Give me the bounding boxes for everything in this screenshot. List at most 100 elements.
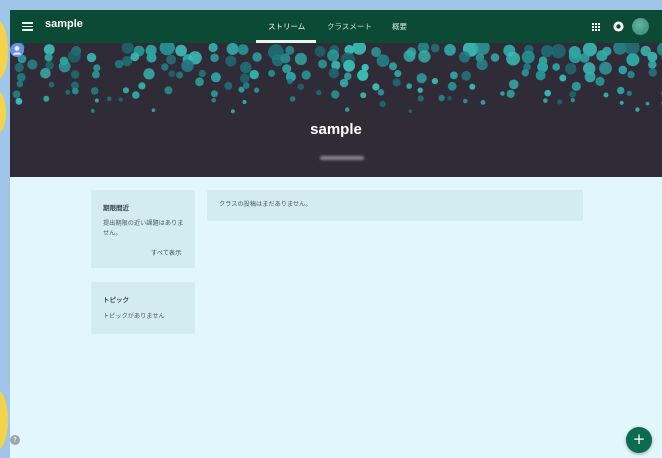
- banner-dot: [535, 70, 546, 81]
- banner-dot: [121, 43, 134, 54]
- banner-dot: [90, 108, 95, 113]
- banner-dot: [316, 89, 322, 96]
- banner-dot: [392, 78, 401, 87]
- banner-dot: [431, 78, 438, 85]
- banner-dot: [15, 97, 23, 105]
- banner-dot: [254, 87, 260, 93]
- banner-dot: [44, 53, 53, 62]
- tab-classmates[interactable]: クラスメート: [327, 21, 372, 32]
- banner-dot: [447, 95, 452, 101]
- banner-dot: [12, 90, 21, 99]
- banner-dot: [225, 55, 237, 67]
- teacher-avatar-icon[interactable]: [10, 43, 24, 57]
- view-all-link[interactable]: すべて表示: [151, 248, 181, 257]
- topics-card: トピック トピックがありません: [91, 282, 195, 334]
- banner-dot: [43, 44, 55, 55]
- user-avatar[interactable]: [632, 18, 649, 35]
- banner-dot: [297, 83, 305, 91]
- banner-dot: [289, 96, 296, 102]
- banner-dot: [619, 100, 624, 105]
- banner-dot: [164, 86, 173, 95]
- apps-grid-icon[interactable]: [592, 23, 600, 31]
- banner-dot: [27, 59, 38, 70]
- class-name-heading: sample: [310, 121, 362, 138]
- banner-dot: [595, 76, 605, 86]
- banner-dot: [490, 53, 500, 62]
- banner-dot: [458, 51, 471, 63]
- banner-dot: [417, 95, 424, 102]
- banner-dot: [65, 89, 71, 95]
- top-app-bar: sample ストリーム クラスメート 概要: [10, 10, 662, 43]
- banner-dot: [626, 90, 632, 96]
- banner-dot: [48, 81, 55, 88]
- banner-dot: [301, 70, 311, 80]
- tab-about[interactable]: 概要: [392, 21, 407, 32]
- add-button[interactable]: +: [626, 427, 652, 453]
- banner-dot: [463, 98, 468, 104]
- banner-dot: [40, 68, 51, 79]
- banner-dot: [122, 87, 130, 94]
- banner-dot: [72, 87, 79, 95]
- banner-dot: [239, 73, 250, 84]
- banner-dot: [159, 43, 175, 56]
- banner-dot: [230, 109, 235, 114]
- banner-dot: [240, 61, 252, 74]
- banner-dot: [408, 109, 413, 113]
- banner-dot: [648, 60, 657, 69]
- banner-dot: [161, 63, 169, 71]
- tab-stream[interactable]: ストリーム: [268, 21, 305, 32]
- app-window: sample ストリーム クラスメート 概要 sample 期限間近 提出期限の…: [10, 10, 662, 458]
- banner-dot: [118, 97, 123, 102]
- banner-dot: [210, 90, 218, 98]
- banner-dot: [480, 100, 486, 105]
- banner-dot: [657, 43, 662, 57]
- banner-dot: [339, 78, 349, 88]
- banner-dot: [568, 50, 582, 64]
- banner-dot: [86, 52, 97, 63]
- banner-dot: [617, 86, 625, 95]
- banner-dot: [360, 92, 367, 99]
- stream-empty-message: クラスの投稿はまだありません。: [219, 201, 312, 208]
- banner-dot: [242, 99, 247, 105]
- banner-dot: [645, 101, 650, 106]
- banner-dot: [418, 50, 431, 63]
- banner-dot: [447, 81, 457, 91]
- class-title-topbar[interactable]: sample: [45, 18, 83, 30]
- banner-dot: [343, 59, 355, 72]
- banner-dot: [500, 91, 505, 96]
- class-banner: sample: [10, 43, 662, 177]
- banner-dot: [476, 59, 488, 71]
- banner-dot: [67, 49, 81, 63]
- banner-dot: [417, 87, 423, 93]
- banner-dot: [70, 70, 80, 79]
- banner-dot: [559, 74, 567, 82]
- banner-dot: [238, 86, 245, 93]
- banner-dot: [552, 63, 560, 71]
- help-icon[interactable]: ?: [10, 435, 20, 445]
- desktop-edge-decoration: [0, 390, 8, 450]
- banner-dot: [469, 83, 476, 90]
- stream-card: クラスの投稿はまだありません。: [207, 190, 583, 221]
- banner-dot: [294, 52, 307, 66]
- banner-dot: [94, 98, 99, 103]
- account-circle-icon[interactable]: [613, 21, 624, 32]
- banner-dot: [357, 69, 369, 81]
- upcoming-empty-text: 提出期限の近い課題はありません。: [103, 220, 184, 237]
- banner-dot: [114, 59, 124, 69]
- banner-dot: [287, 78, 293, 85]
- banner-dot: [146, 52, 157, 63]
- banner-dot: [506, 89, 515, 98]
- banner-dot: [506, 51, 520, 66]
- banner-dot: [143, 68, 155, 80]
- banner-dot: [249, 69, 259, 80]
- banner-dot: [280, 53, 291, 64]
- menu-icon[interactable]: [22, 22, 33, 31]
- banner-dot: [16, 80, 24, 88]
- banner-dot: [416, 73, 427, 84]
- banner-dot: [138, 82, 146, 90]
- banner-dot: [226, 43, 239, 55]
- upcoming-heading: 期限間近: [103, 204, 129, 212]
- banner-dot: [389, 62, 397, 71]
- banner-dot: [176, 71, 184, 79]
- desktop-edge-decoration: [0, 90, 6, 135]
